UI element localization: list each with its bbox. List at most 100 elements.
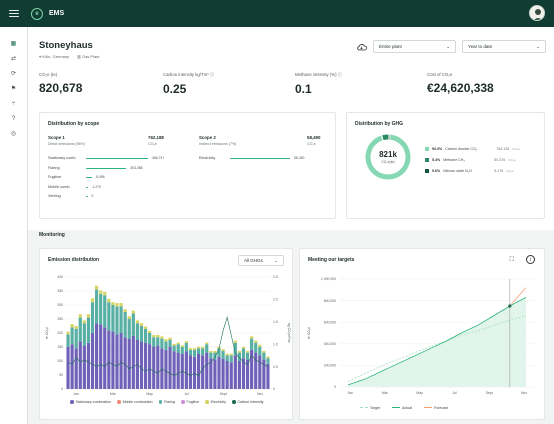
kpi-cost: Cost of CO₂e €24,620,338: [427, 72, 494, 95]
legend-item[interactable]: Flaring: [158, 399, 175, 405]
y-axis-title: te CO₂e: [45, 327, 49, 339]
bar-segment: [131, 335, 135, 389]
bar-segment: [119, 306, 123, 333]
flag-icon[interactable]: ⚑: [9, 84, 18, 93]
y2-tick-label: 0.5: [273, 365, 278, 369]
bar-segment: [90, 298, 95, 303]
period-select[interactable]: Year to date ⌄: [462, 40, 546, 53]
bar-segment: [95, 289, 99, 324]
scope1-title: Scope 1: [48, 135, 65, 140]
bar-segment: [143, 326, 148, 329]
legend-item[interactable]: Fugitive: [181, 399, 199, 405]
avatar[interactable]: [529, 5, 545, 21]
bar-segment: [160, 336, 164, 339]
site-type-text: Gas Plant: [81, 54, 100, 59]
info-icon[interactable]: i: [526, 255, 535, 264]
bar-segment: [74, 348, 78, 389]
legend-swatch: [205, 400, 209, 404]
bar-segment: [184, 341, 188, 343]
info-icon[interactable]: ⓘ: [210, 72, 214, 77]
y-tick-label: 400,000: [324, 342, 336, 346]
ghg-swatch: [425, 169, 429, 173]
legend-item[interactable]: Carbon intensity: [232, 399, 263, 405]
bar-segment: [184, 342, 188, 352]
legend-item[interactable]: Target: [360, 406, 380, 410]
ghg-filter-select[interactable]: All GHGs ⌄: [238, 255, 284, 266]
bar-segment: [201, 348, 205, 356]
y-tick-label: 250: [57, 317, 63, 321]
location-text: Köln, Germany: [42, 54, 70, 59]
branch-icon[interactable]: ⑂: [9, 99, 18, 108]
scope2-title: Scope 2: [199, 135, 216, 140]
bar-segment: [74, 326, 78, 329]
bar-segment: [262, 350, 266, 353]
info-icon[interactable]: ⓘ: [338, 72, 342, 77]
bar-segment: [82, 345, 86, 389]
x-tick-label: Mar: [382, 391, 389, 395]
legend-swatch: [181, 400, 185, 404]
current-value-point[interactable]: [508, 304, 512, 308]
bar-segment: [152, 334, 156, 338]
globe-icon[interactable]: ◎: [9, 129, 18, 138]
scope-row-bar: [230, 158, 290, 160]
scope-row-bar: [86, 167, 127, 169]
emission-chart-title: Emission distribution: [48, 257, 100, 263]
legend-item[interactable]: Actual: [392, 406, 412, 410]
emission-chart-legend: Stationary combustion Mobile combustion Fl…: [70, 399, 270, 406]
bar-segment: [250, 338, 254, 350]
bar-segment: [111, 331, 115, 389]
x-tick-label: Jan: [73, 392, 79, 396]
ghg-card-title: Distribution by GHG: [355, 121, 404, 127]
legend-item[interactable]: Forecast: [424, 406, 448, 410]
bar-segment: [99, 324, 103, 389]
y-tick-label: 200,000: [324, 364, 336, 368]
x-tick-label: Nov: [521, 391, 527, 395]
help-icon[interactable]: ?: [9, 114, 18, 123]
bar-segment: [250, 336, 254, 339]
bar-segment: [115, 334, 119, 389]
y-tick-label: 350: [57, 289, 63, 293]
scope2-value: 58,490: [307, 135, 321, 140]
x-tick-label: May: [416, 391, 423, 395]
bar-segment: [205, 352, 209, 389]
bar-segment: [225, 353, 229, 356]
ghg-card: Distribution by GHG 821k CO₂e(te) 93.3% C…: [346, 112, 545, 219]
bar-segment: [143, 328, 148, 343]
bar-segment: [95, 323, 99, 389]
bar-segment: [95, 285, 99, 290]
scope-row-bar: [86, 158, 148, 160]
targets-chart-legend: Target Actual Forecast: [360, 404, 540, 410]
bar-segment: [192, 349, 197, 357]
scope-row-label: Electricity: [199, 156, 216, 160]
legend-item[interactable]: Electricity: [205, 399, 226, 405]
bar-segment: [70, 327, 74, 345]
chevron-down-icon: ⌄: [274, 257, 278, 263]
bar-segment: [148, 344, 152, 389]
hamburger-menu-icon[interactable]: [9, 10, 19, 17]
scope-row-label: Fugitive: [48, 175, 62, 179]
kpi-label-text: Carbon intensity kg/Tm³: [163, 72, 209, 77]
bar-segment: [78, 317, 82, 342]
cycle-icon[interactable]: ⟳: [9, 69, 18, 78]
legend-item[interactable]: Mobile combustion: [117, 399, 153, 405]
scope-row-value: 466,747: [152, 156, 165, 161]
flow-icon[interactable]: ⇄: [9, 54, 18, 63]
bar-segment: [188, 348, 193, 350]
filter-toolbar: Entire plant ⌄ Year to date ⌄: [356, 40, 546, 53]
y2-tick-label: 1.0: [273, 342, 278, 346]
legend-item[interactable]: Stationary combustion: [70, 399, 111, 405]
plant-select[interactable]: Entire plant ⌄: [373, 40, 456, 53]
scope-row-label: Venting: [48, 194, 61, 198]
y-tick-label: 100: [57, 359, 63, 363]
bar-segment: [107, 302, 111, 331]
bar-segment: [90, 333, 95, 389]
scope2-unit: CO₂e: [307, 142, 316, 146]
x-tick-label: Sept: [220, 392, 227, 396]
expand-icon[interactable]: ⛶: [510, 257, 514, 264]
bar-segment: [152, 337, 156, 347]
dashboard-icon[interactable]: ▦: [9, 39, 18, 48]
bar-segment: [156, 345, 160, 389]
cloud-download-icon[interactable]: [356, 43, 367, 51]
actual-area: [348, 297, 526, 387]
bar-segment: [127, 338, 131, 389]
